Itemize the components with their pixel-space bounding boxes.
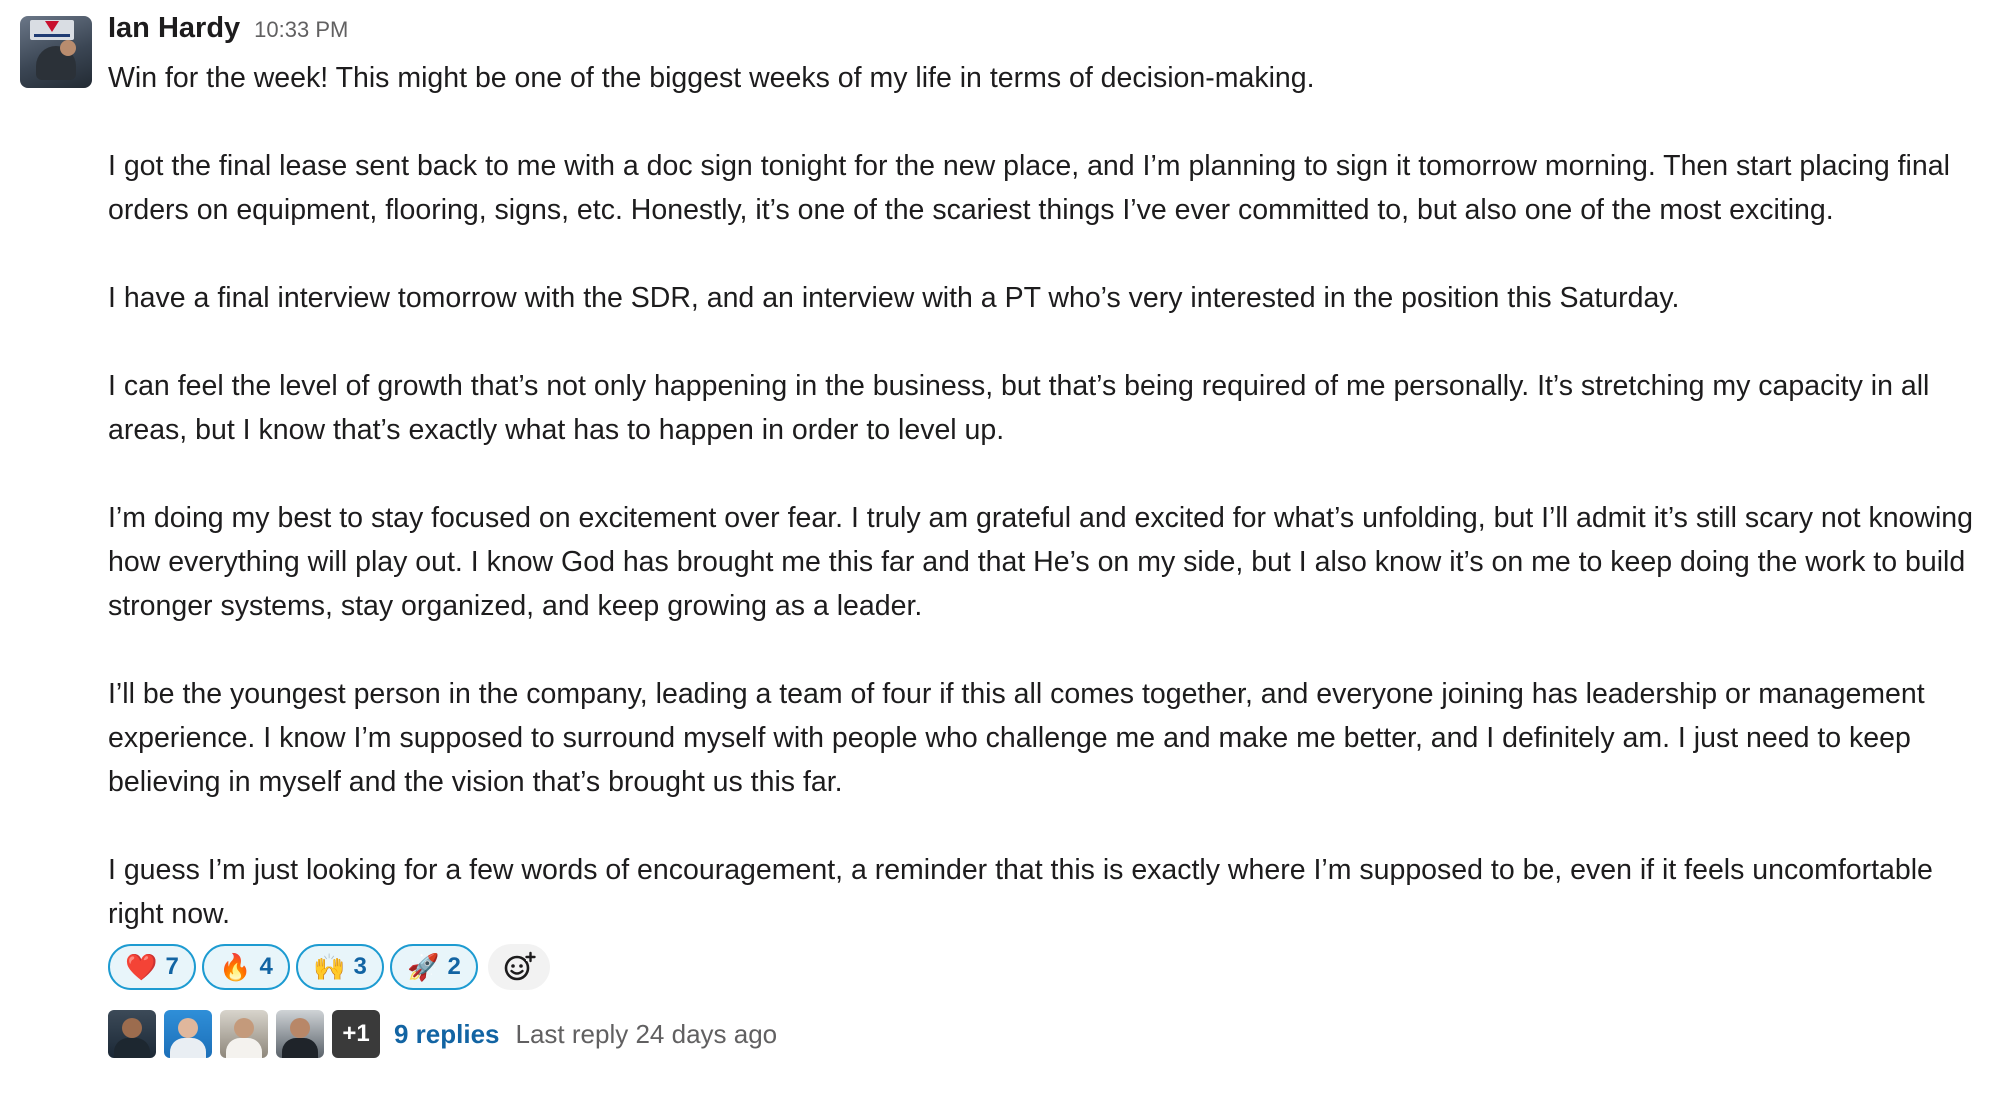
paragraph: I have a final interview tomorrow with t… xyxy=(108,282,1680,314)
paragraph: I got the final lease sent back to me wi… xyxy=(108,150,1950,226)
message-header: Ian Hardy 10:33 PM xyxy=(108,12,1988,52)
fire-icon: 🔥 xyxy=(219,952,252,982)
add-reaction-button[interactable] xyxy=(488,944,550,990)
paragraph: Win for the week! This might be one of t… xyxy=(108,62,1315,94)
reaction-heart[interactable]: ❤️ 7 xyxy=(108,944,196,990)
paragraph: I’ll be the youngest person in the compa… xyxy=(108,678,1925,798)
participant-avatar xyxy=(220,1010,268,1058)
participant-avatar xyxy=(164,1010,212,1058)
raised-hands-icon: 🙌 xyxy=(313,952,346,982)
message-timestamp[interactable]: 10:33 PM xyxy=(254,17,348,43)
sender-avatar[interactable] xyxy=(20,16,92,88)
message-text: Win for the week! This might be one of t… xyxy=(108,56,1988,936)
participant-avatar xyxy=(108,1010,156,1058)
reaction-count: 4 xyxy=(259,953,273,980)
participant-avatar xyxy=(276,1010,324,1058)
reaction-rocket[interactable]: 🚀 2 xyxy=(390,944,478,990)
sender-name[interactable]: Ian Hardy xyxy=(108,12,240,45)
reactions-bar: ❤️ 7 🔥 4 🙌 3 🚀 2 xyxy=(108,944,1988,990)
add-reaction-icon xyxy=(504,951,536,981)
heart-icon: ❤️ xyxy=(125,952,158,982)
reaction-count: 2 xyxy=(447,953,461,980)
paragraph: I’m doing my best to stay focused on exc… xyxy=(108,502,1974,622)
thread-summary[interactable]: +1 9 replies Last reply 24 days ago xyxy=(108,1008,1988,1060)
reaction-count: 7 xyxy=(165,953,179,980)
avatar-logo xyxy=(30,20,74,40)
more-participants-badge: +1 xyxy=(332,1010,380,1058)
rocket-icon: 🚀 xyxy=(407,952,440,982)
reaction-raised-hands[interactable]: 🙌 3 xyxy=(296,944,384,990)
message-body: Ian Hardy 10:33 PM Win for the week! Thi… xyxy=(108,12,1988,1060)
reaction-count: 3 xyxy=(353,953,367,980)
paragraph: I can feel the level of growth that’s no… xyxy=(108,370,1930,446)
paragraph: I guess I’m just looking for a few words… xyxy=(108,854,1933,930)
reaction-fire[interactable]: 🔥 4 xyxy=(202,944,290,990)
message: Ian Hardy 10:33 PM Win for the week! Thi… xyxy=(0,0,1998,1116)
avatar-head xyxy=(60,40,76,56)
replies-link[interactable]: 9 replies xyxy=(394,1019,500,1050)
last-reply-time: Last reply 24 days ago xyxy=(515,1018,778,1049)
